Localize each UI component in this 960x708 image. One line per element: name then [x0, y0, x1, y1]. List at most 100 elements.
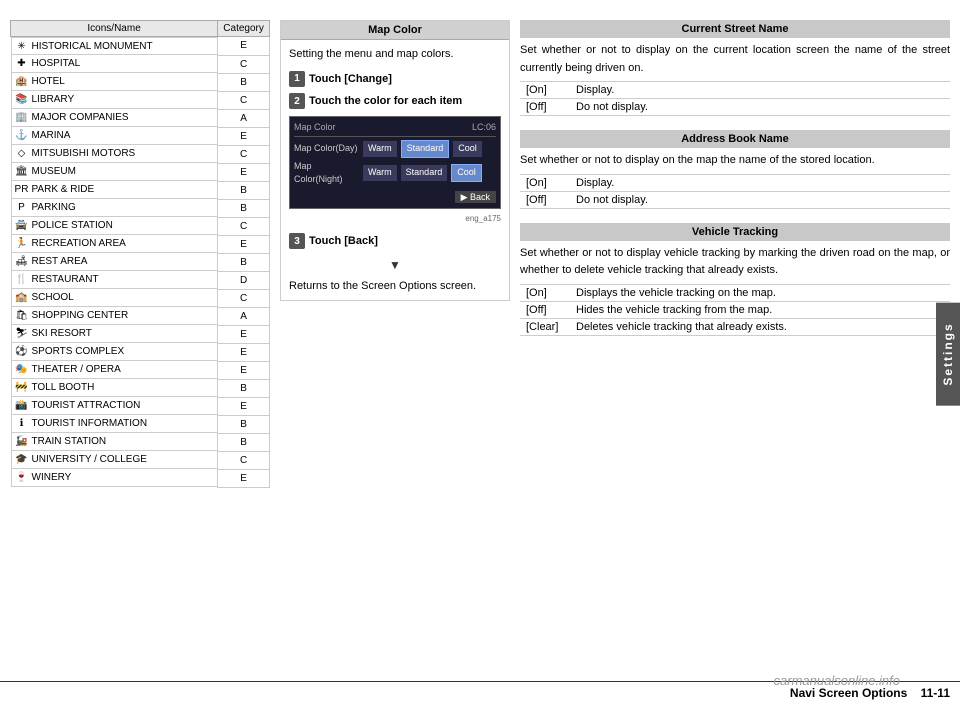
address-book-table: [On] Display. [Off] Do not display.	[520, 174, 950, 209]
poi-name-cell: ⚽SPORTS COMPLEX	[11, 343, 218, 361]
map-color-section: Map Color Setting the menu and map color…	[280, 20, 510, 698]
csn-off-row: [Off] Do not display.	[520, 99, 950, 116]
mc-night-label: Map Color(Night)	[294, 160, 359, 187]
poi-icon: 🍷	[15, 471, 29, 485]
poi-name: HISTORICAL MONUMENT	[32, 41, 153, 52]
mc-day-cool[interactable]: Cool	[453, 141, 482, 157]
poi-name: PARK & RIDE	[32, 184, 95, 195]
poi-icon: 🍴	[15, 273, 29, 287]
poi-name: HOSPITAL	[32, 58, 81, 69]
poi-icon: 🎓	[15, 453, 29, 467]
poi-icon: 🛋	[15, 255, 29, 269]
map-color-screen: Map Color LC:06 Map Color(Day) Warm Stan…	[289, 116, 501, 210]
vt-on-value: Displays the vehicle tracking on the map…	[570, 284, 950, 301]
vt-off-value: Hides the vehicle tracking from the map.	[570, 301, 950, 318]
current-street-table: [On] Display. [Off] Do not display.	[520, 81, 950, 116]
poi-category: D	[218, 271, 270, 289]
poi-category: B	[218, 415, 270, 433]
poi-category: E	[218, 235, 270, 253]
map-color-content: Setting the menu and map colors. 1 Touch…	[281, 40, 509, 300]
poi-name: HOTEL	[32, 76, 65, 87]
mc-day-warm[interactable]: Warm	[363, 141, 397, 157]
table-header-name: Icons/Name	[11, 21, 218, 37]
vt-off-key: [Off]	[520, 301, 570, 318]
mc-night-cool[interactable]: Cool	[451, 164, 482, 182]
poi-name: UNIVERSITY / COLLEGE	[32, 454, 147, 465]
poi-name-cell: 🛍SHOPPING CENTER	[11, 307, 218, 325]
poi-name-cell: ℹTOURIST INFORMATION	[11, 415, 218, 433]
footer-page-num: 11-11	[921, 686, 950, 700]
csn-on-row: [On] Display.	[520, 82, 950, 99]
step-3-text: Touch [Back]	[309, 233, 378, 250]
table-row: 🚂TRAIN STATIONB	[11, 433, 270, 451]
poi-name-cell: 🏢MAJOR COMPANIES	[11, 109, 218, 127]
poi-icon: 🎭	[15, 363, 29, 377]
step-1-text: Touch [Change]	[309, 71, 392, 88]
arrow-down: ▼	[289, 256, 501, 274]
poi-name: TOURIST ATTRACTION	[32, 400, 141, 411]
poi-icon: 🏢	[15, 111, 29, 125]
poi-category: E	[218, 361, 270, 379]
settings-tab: Settings	[936, 302, 960, 405]
vt-clear-row: [Clear] Deletes vehicle tracking that al…	[520, 318, 950, 335]
poi-name-cell: 🏃RECREATION AREA	[11, 235, 218, 253]
poi-icon: 🏃	[15, 237, 29, 251]
mc-day-label: Map Color(Day)	[294, 142, 359, 156]
address-book-text: Set whether or not to display on the map…	[520, 152, 950, 170]
poi-icon: 🏫	[15, 291, 29, 305]
mc-screen-id: LC:06	[472, 121, 496, 135]
table-row: ℹTOURIST INFORMATIONB	[11, 415, 270, 433]
poi-category: C	[218, 91, 270, 109]
mc-night-standard[interactable]: Standard	[401, 165, 448, 181]
poi-icon: 🚔	[15, 219, 29, 233]
poi-category: B	[218, 253, 270, 271]
poi-category: E	[218, 325, 270, 343]
poi-category: E	[218, 469, 270, 487]
vt-clear-value: Deletes vehicle tracking that already ex…	[570, 318, 950, 335]
poi-icon: ◇	[15, 147, 29, 161]
poi-category: E	[218, 127, 270, 145]
poi-icon: 🚂	[15, 435, 29, 449]
step-2: 2 Touch the color for each item	[289, 93, 501, 110]
mc-night-warm[interactable]: Warm	[363, 165, 397, 181]
poi-icon: 📚	[15, 93, 29, 107]
footer-page: Navi Screen Options 11-11	[790, 686, 950, 700]
right-section: Current Street Name Set whether or not t…	[520, 20, 950, 698]
poi-category: E	[218, 37, 270, 56]
poi-icon: 🏨	[15, 75, 29, 89]
poi-name: REST AREA	[32, 256, 88, 267]
csn-on-value: Display.	[570, 82, 950, 99]
poi-name-cell: 🎭THEATER / OPERA	[11, 361, 218, 379]
poi-name-cell: 🏫SCHOOL	[11, 289, 218, 307]
table-row: 🏢MAJOR COMPANIESA	[11, 109, 270, 127]
mc-day-standard[interactable]: Standard	[401, 140, 450, 158]
table-row: 🏫SCHOOLC	[11, 289, 270, 307]
abn-off-key: [Off]	[520, 191, 570, 208]
poi-name: PARKING	[32, 202, 76, 213]
poi-name: MUSEUM	[32, 166, 76, 177]
table-row: 🚧TOLL BOOTHB	[11, 379, 270, 397]
table-header-category: Category	[218, 21, 270, 37]
poi-icon: ⚽	[15, 345, 29, 359]
abn-on-value: Display.	[570, 174, 950, 191]
current-street-header: Current Street Name	[520, 20, 950, 38]
vt-on-row: [On] Displays the vehicle tracking on th…	[520, 284, 950, 301]
poi-category: A	[218, 307, 270, 325]
poi-name: LIBRARY	[32, 94, 75, 105]
poi-name: WINERY	[32, 472, 72, 483]
table-row: 📚LIBRARY C	[11, 91, 270, 109]
poi-icon: ⛷	[15, 327, 29, 341]
csn-on-key: [On]	[520, 82, 570, 99]
poi-icon: ✚	[15, 57, 29, 71]
vt-on-key: [On]	[520, 284, 570, 301]
poi-name: TRAIN STATION	[32, 436, 107, 447]
map-color-intro: Setting the menu and map colors.	[289, 46, 501, 63]
poi-name-cell: ✚HOSPITAL	[11, 55, 218, 73]
map-color-box: Map Color Setting the menu and map color…	[280, 20, 510, 301]
vehicle-tracking-text: Set whether or not to display vehicle tr…	[520, 245, 950, 280]
poi-name: SHOPPING CENTER	[32, 310, 129, 321]
table-row: ⛷SKI RESORTE	[11, 325, 270, 343]
abn-on-key: [On]	[520, 174, 570, 191]
mc-back-btn[interactable]: ▶ Back	[455, 191, 496, 203]
poi-name: MAJOR COMPANIES	[32, 112, 129, 123]
